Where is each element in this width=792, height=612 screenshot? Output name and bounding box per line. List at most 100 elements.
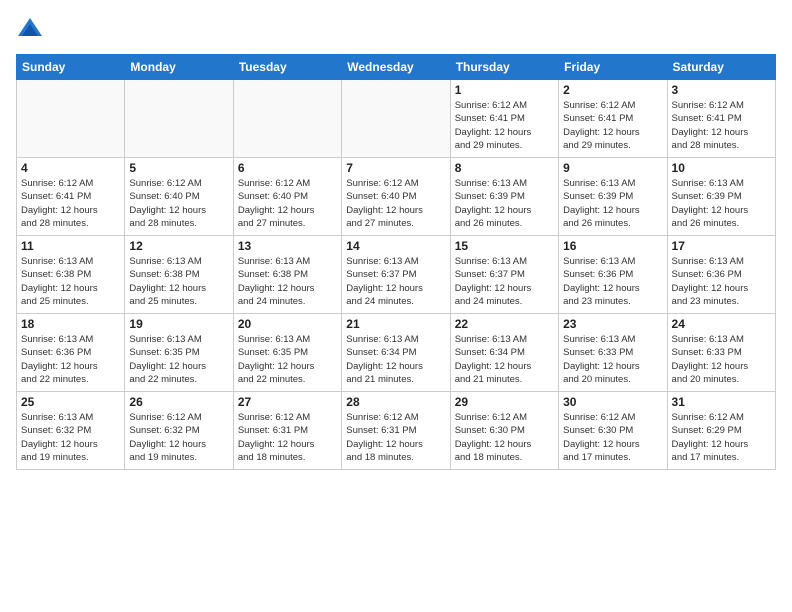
calendar-cell: 21Sunrise: 6:13 AM Sunset: 6:34 PM Dayli… bbox=[342, 314, 450, 392]
calendar-cell: 26 Sunrise: 6:12 AM Sunset: 6:32 PM Dayli… bbox=[125, 392, 233, 470]
day-number: 17 bbox=[672, 239, 771, 253]
day-number: 10 bbox=[672, 161, 771, 175]
day-number: 8 bbox=[455, 161, 554, 175]
calendar-cell: 4 Sunrise: 6:12 AM Sunset: 6:41 PM Daylig… bbox=[17, 158, 125, 236]
logo bbox=[16, 16, 48, 44]
day-info: Sunrise: 6:13 AM Sunset: 6:38 PM Dayligh… bbox=[21, 255, 120, 308]
calendar-cell: 7Sunrise: 6:12 AM Sunset: 6:40 PM Daylig… bbox=[342, 158, 450, 236]
header bbox=[16, 16, 776, 44]
day-number: 13 bbox=[238, 239, 337, 253]
day-number: 19 bbox=[129, 317, 228, 331]
day-number: 23 bbox=[563, 317, 662, 331]
day-number: 31 bbox=[672, 395, 771, 409]
day-number: 11 bbox=[21, 239, 120, 253]
day-number: 24 bbox=[672, 317, 771, 331]
day-number: 29 bbox=[455, 395, 554, 409]
day-info: Sunrise: 6:13 AM Sunset: 6:35 PM Dayligh… bbox=[238, 333, 337, 386]
calendar-cell: 19 Sunrise: 6:13 AM Sunset: 6:35 PM Dayli… bbox=[125, 314, 233, 392]
day-number: 4 bbox=[21, 161, 120, 175]
day-info: Sunrise: 6:13 AM Sunset: 6:36 PM Dayligh… bbox=[672, 255, 771, 308]
calendar-cell: 29Sunrise: 6:12 AM Sunset: 6:30 PM Dayli… bbox=[450, 392, 558, 470]
weekday-header-sunday: Sunday bbox=[17, 55, 125, 80]
day-number: 26 bbox=[129, 395, 228, 409]
day-number: 9 bbox=[563, 161, 662, 175]
calendar-cell: 14 Sunrise: 6:13 AM Sunset: 6:37 PM Dayli… bbox=[342, 236, 450, 314]
calendar-cell: 16 Sunrise: 6:13 AM Sunset: 6:36 PM Dayli… bbox=[559, 236, 667, 314]
day-number: 14 bbox=[346, 239, 445, 253]
day-info: Sunrise: 6:13 AM Sunset: 6:36 PM Dayligh… bbox=[563, 255, 662, 308]
day-info: Sunrise: 6:12 AM Sunset: 6:40 PM Dayligh… bbox=[129, 177, 228, 230]
week-row-2: 4 Sunrise: 6:12 AM Sunset: 6:41 PM Daylig… bbox=[17, 158, 776, 236]
calendar-cell: 5Sunrise: 6:12 AM Sunset: 6:40 PM Daylig… bbox=[125, 158, 233, 236]
day-info: Sunrise: 6:13 AM Sunset: 6:37 PM Dayligh… bbox=[455, 255, 554, 308]
day-number: 28 bbox=[346, 395, 445, 409]
day-info: Sunrise: 6:12 AM Sunset: 6:41 PM Dayligh… bbox=[455, 99, 554, 152]
day-info: Sunrise: 6:13 AM Sunset: 6:35 PM Dayligh… bbox=[129, 333, 228, 386]
day-info: Sunrise: 6:12 AM Sunset: 6:41 PM Dayligh… bbox=[563, 99, 662, 152]
weekday-header-tuesday: Tuesday bbox=[233, 55, 341, 80]
calendar-cell: 31 Sunrise: 6:12 AM Sunset: 6:29 PM Dayli… bbox=[667, 392, 775, 470]
weekday-header-thursday: Thursday bbox=[450, 55, 558, 80]
calendar-cell: 3Sunrise: 6:12 AM Sunset: 6:41 PM Daylig… bbox=[667, 80, 775, 158]
calendar-table: SundayMondayTuesdayWednesdayThursdayFrid… bbox=[16, 54, 776, 470]
day-number: 1 bbox=[455, 83, 554, 97]
calendar-cell: 9 Sunrise: 6:13 AM Sunset: 6:39 PM Daylig… bbox=[559, 158, 667, 236]
week-row-5: 25 Sunrise: 6:13 AM Sunset: 6:32 PM Dayli… bbox=[17, 392, 776, 470]
calendar-cell: 17 Sunrise: 6:13 AM Sunset: 6:36 PM Dayli… bbox=[667, 236, 775, 314]
calendar-cell: 24 Sunrise: 6:13 AM Sunset: 6:33 PM Dayli… bbox=[667, 314, 775, 392]
weekday-header-friday: Friday bbox=[559, 55, 667, 80]
weekday-header-saturday: Saturday bbox=[667, 55, 775, 80]
day-info: Sunrise: 6:12 AM Sunset: 6:32 PM Dayligh… bbox=[129, 411, 228, 464]
weekday-header-row: SundayMondayTuesdayWednesdayThursdayFrid… bbox=[17, 55, 776, 80]
weekday-header-wednesday: Wednesday bbox=[342, 55, 450, 80]
day-info: Sunrise: 6:13 AM Sunset: 6:37 PM Dayligh… bbox=[346, 255, 445, 308]
calendar-cell: 10Sunrise: 6:13 AM Sunset: 6:39 PM Dayli… bbox=[667, 158, 775, 236]
day-number: 3 bbox=[672, 83, 771, 97]
day-info: Sunrise: 6:12 AM Sunset: 6:30 PM Dayligh… bbox=[563, 411, 662, 464]
week-row-3: 11 Sunrise: 6:13 AM Sunset: 6:38 PM Dayli… bbox=[17, 236, 776, 314]
day-info: Sunrise: 6:12 AM Sunset: 6:40 PM Dayligh… bbox=[238, 177, 337, 230]
calendar-cell bbox=[125, 80, 233, 158]
day-number: 2 bbox=[563, 83, 662, 97]
day-number: 20 bbox=[238, 317, 337, 331]
calendar-cell: 12 Sunrise: 6:13 AM Sunset: 6:38 PM Dayli… bbox=[125, 236, 233, 314]
day-info: Sunrise: 6:13 AM Sunset: 6:33 PM Dayligh… bbox=[563, 333, 662, 386]
day-number: 7 bbox=[346, 161, 445, 175]
calendar-cell bbox=[342, 80, 450, 158]
day-number: 22 bbox=[455, 317, 554, 331]
calendar-cell bbox=[17, 80, 125, 158]
day-number: 27 bbox=[238, 395, 337, 409]
day-number: 30 bbox=[563, 395, 662, 409]
day-info: Sunrise: 6:12 AM Sunset: 6:31 PM Dayligh… bbox=[238, 411, 337, 464]
day-info: Sunrise: 6:13 AM Sunset: 6:32 PM Dayligh… bbox=[21, 411, 120, 464]
day-info: Sunrise: 6:13 AM Sunset: 6:36 PM Dayligh… bbox=[21, 333, 120, 386]
calendar-cell: 28 Sunrise: 6:12 AM Sunset: 6:31 PM Dayli… bbox=[342, 392, 450, 470]
calendar-cell: 30 Sunrise: 6:12 AM Sunset: 6:30 PM Dayli… bbox=[559, 392, 667, 470]
weekday-header-monday: Monday bbox=[125, 55, 233, 80]
day-info: Sunrise: 6:13 AM Sunset: 6:39 PM Dayligh… bbox=[563, 177, 662, 230]
day-number: 25 bbox=[21, 395, 120, 409]
week-row-1: 1 Sunrise: 6:12 AM Sunset: 6:41 PM Daylig… bbox=[17, 80, 776, 158]
day-info: Sunrise: 6:13 AM Sunset: 6:33 PM Dayligh… bbox=[672, 333, 771, 386]
day-info: Sunrise: 6:13 AM Sunset: 6:39 PM Dayligh… bbox=[455, 177, 554, 230]
day-info: Sunrise: 6:12 AM Sunset: 6:29 PM Dayligh… bbox=[672, 411, 771, 464]
calendar-cell: 18 Sunrise: 6:13 AM Sunset: 6:36 PM Dayli… bbox=[17, 314, 125, 392]
day-info: Sunrise: 6:13 AM Sunset: 6:38 PM Dayligh… bbox=[129, 255, 228, 308]
calendar-cell: 2 Sunrise: 6:12 AM Sunset: 6:41 PM Daylig… bbox=[559, 80, 667, 158]
day-info: Sunrise: 6:13 AM Sunset: 6:38 PM Dayligh… bbox=[238, 255, 337, 308]
calendar-cell: 20 Sunrise: 6:13 AM Sunset: 6:35 PM Dayli… bbox=[233, 314, 341, 392]
page: SundayMondayTuesdayWednesdayThursdayFrid… bbox=[0, 0, 792, 612]
calendar-cell: 6 Sunrise: 6:12 AM Sunset: 6:40 PM Daylig… bbox=[233, 158, 341, 236]
calendar-cell: 25 Sunrise: 6:13 AM Sunset: 6:32 PM Dayli… bbox=[17, 392, 125, 470]
day-info: Sunrise: 6:12 AM Sunset: 6:41 PM Dayligh… bbox=[21, 177, 120, 230]
day-info: Sunrise: 6:13 AM Sunset: 6:34 PM Dayligh… bbox=[346, 333, 445, 386]
calendar-cell: 22Sunrise: 6:13 AM Sunset: 6:34 PM Dayli… bbox=[450, 314, 558, 392]
day-number: 18 bbox=[21, 317, 120, 331]
calendar-cell: 23 Sunrise: 6:13 AM Sunset: 6:33 PM Dayli… bbox=[559, 314, 667, 392]
day-number: 12 bbox=[129, 239, 228, 253]
day-info: Sunrise: 6:12 AM Sunset: 6:31 PM Dayligh… bbox=[346, 411, 445, 464]
day-number: 16 bbox=[563, 239, 662, 253]
calendar-cell: 15 Sunrise: 6:13 AM Sunset: 6:37 PM Dayli… bbox=[450, 236, 558, 314]
day-number: 6 bbox=[238, 161, 337, 175]
day-number: 15 bbox=[455, 239, 554, 253]
